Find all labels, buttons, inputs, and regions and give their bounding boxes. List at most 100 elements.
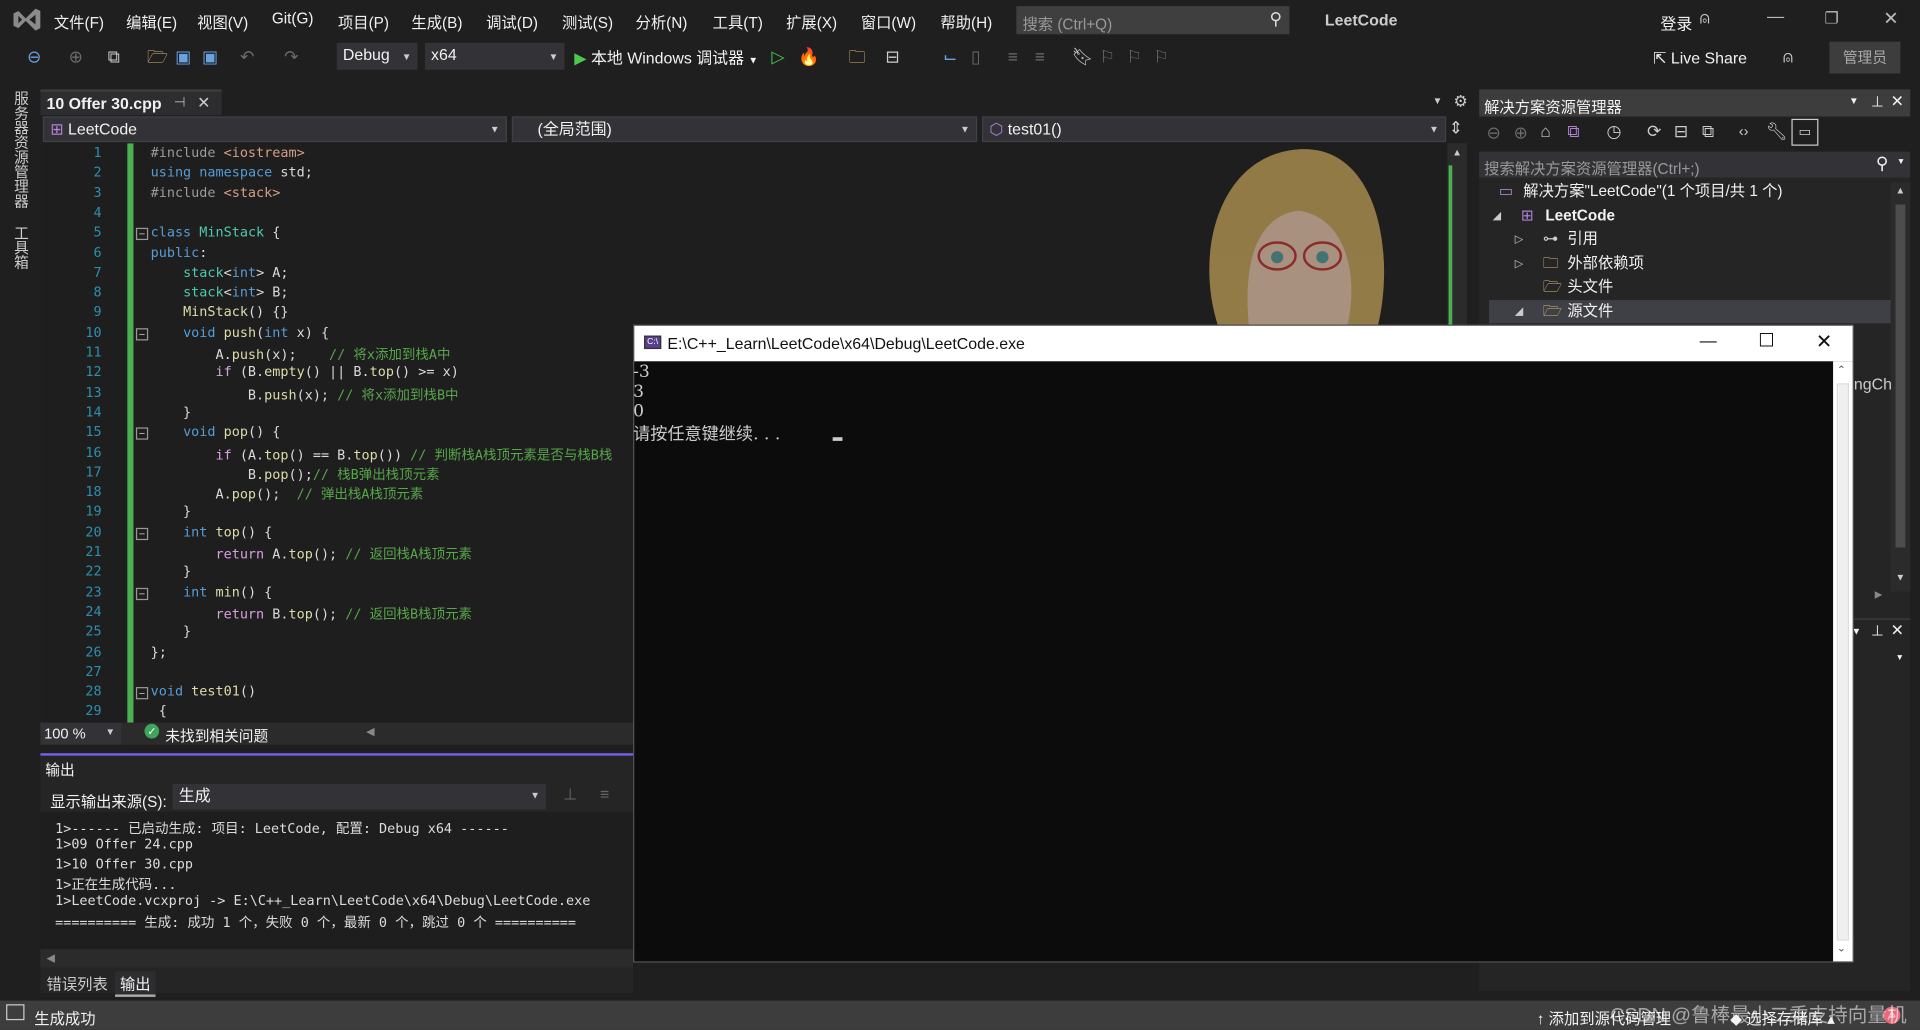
issues-status[interactable]: 未找到相关问题 [165,725,268,746]
console-window[interactable]: C:\ E:\C++_Learn\LeetCode\x64\Debug\Leet… [633,324,1854,963]
new-project-icon[interactable]: ⧉ [108,47,120,67]
toolbox-tab[interactable]: 工具箱 [11,225,32,269]
fold-toggle-icon[interactable]: − [135,587,149,600]
fold-toggle-icon[interactable]: − [135,427,149,440]
open-file-icon[interactable]: 🗁 [147,47,168,67]
close-icon[interactable]: ✕ [1891,621,1904,641]
properties-wrench-icon[interactable]: 🔧︎ [1766,121,1788,142]
gear-icon[interactable]: ⚙ [1453,92,1467,112]
scroll-up-icon[interactable]: ▲ [1452,147,1462,158]
pin-icon[interactable]: ⊥ [1871,93,1884,110]
tab-output[interactable]: 输出 [115,971,156,997]
code-line[interactable]: void pop() { [151,424,280,440]
code-line[interactable]: } [151,624,191,640]
zoom-dropdown[interactable]: 100 % ▼ [40,722,122,745]
member-dropdown[interactable]: ⬡ test01() ▼ [982,116,1447,143]
bookmark-next-icon[interactable]: ⚐ [1127,47,1142,67]
code-view-icon[interactable]: ‹› [1739,122,1749,139]
fold-toggle-icon[interactable]: − [135,327,149,341]
platform-dropdown[interactable]: x64 ▼ [424,42,565,70]
code-line[interactable]: int top() { [151,524,272,540]
tab-error-list[interactable]: 错误列表 [47,971,108,994]
expand-toggle-icon[interactable]: ◢ [1493,204,1501,227]
code-line[interactable]: stack<int> B; [151,284,288,300]
code-line[interactable]: stack<int> A; [151,264,288,280]
toolbar-icon[interactable]: ≡ [1035,47,1045,67]
fold-toggle-icon[interactable]: − [135,228,149,241]
fold-toggle-icon[interactable]: − [135,527,149,540]
expand-toggle-icon[interactable]: ▷ [1515,252,1523,275]
switch-views-icon[interactable]: ⧉ [1567,121,1579,142]
pending-changes-icon[interactable]: ◷ [1607,121,1622,142]
dropdown-icon[interactable]: ▼ [1849,96,1859,107]
pin-icon[interactable]: ⊥ [1871,622,1884,639]
code-line[interactable]: using namespace std; [151,164,313,180]
code-line[interactable]: public: [151,244,208,260]
split-editor-icon[interactable]: ⇕ [1449,118,1463,139]
code-line[interactable]: } [151,564,191,580]
console-minimize-button[interactable]: — [1700,331,1717,351]
code-line[interactable]: #include <stack> [151,184,281,200]
bookmark-icon[interactable]: 🔖︎ [1071,47,1093,67]
forward-icon[interactable]: ⊕ [1513,122,1527,143]
scope-dropdown[interactable]: (全局范围) ▼ [511,116,978,143]
close-icon[interactable]: ✕ [1891,92,1904,112]
code-line[interactable]: A.push(x); // 将x添加到栈A中 [151,344,450,364]
code-line[interactable]: }; [151,644,167,660]
toolbar-icon[interactable]: ▯ [971,47,980,67]
save-all-icon[interactable]: ▣ [202,47,218,67]
back-icon[interactable]: ⊖ [1487,122,1501,143]
chevron-down-icon[interactable]: ▼ [1896,654,1904,663]
scroll-down-icon[interactable]: ⌄ [1837,942,1846,955]
live-share-button[interactable]: ⇱ Live Share [1653,49,1747,69]
toolbar-icon[interactable]: ≡ [1008,47,1018,67]
code-line[interactable]: int min() { [151,584,272,600]
code-line[interactable]: if (B.empty() || B.top() >= x) [151,364,458,380]
tree-item[interactable]: 🗁 头文件 [1489,276,1891,299]
tab-list-dropdown-icon[interactable]: ▼ [1433,96,1443,107]
find-in-output-icon[interactable]: ⊥ [563,785,577,805]
code-line[interactable]: MinStack() {} [151,304,288,320]
code-line[interactable]: B.push(x); // 将x添加到栈B中 [151,384,459,404]
project-dropdown[interactable]: ⊞ LeetCode ▼ [42,116,507,143]
back-icon[interactable]: ⊖ [27,47,41,67]
undo-icon[interactable]: ↶ [240,47,254,67]
home-icon[interactable]: ⌂ [1540,121,1550,141]
tree-scroll-right-icon[interactable]: ▶ [1875,589,1883,600]
start-debug-button[interactable]: ▶ 本地 Windows 调试器 ▼ [574,45,758,68]
scroll-up-icon[interactable]: ⌃ [1837,364,1846,377]
hot-reload-icon[interactable]: 🔥 [798,47,819,67]
code-line[interactable]: B.pop();// 栈B弹出栈顶元素 [151,464,440,484]
collapse-all-icon[interactable]: ⊟ [1674,121,1688,142]
console-title-bar[interactable]: C:\ E:\C++_Learn\LeetCode\x64\Debug\Leet… [634,325,1853,362]
code-line[interactable]: void test01() [151,683,256,699]
code-line[interactable]: if (A.top() == B.top()) // 判断栈A栈顶元素是否与栈B… [151,444,612,464]
feedback-icon[interactable]: ⍝ [1783,47,1793,68]
expand-toggle-icon[interactable]: ▷ [1515,228,1523,251]
output-source-dropdown[interactable]: 生成 ▼ [172,783,547,810]
code-line[interactable]: class MinStack { [151,224,281,240]
configuration-dropdown[interactable]: Debug ▼ [336,42,418,70]
server-explorer-tab[interactable]: 服务器资源管理器 [11,91,32,209]
scroll-left-icon[interactable]: ◀ [47,952,55,965]
preview-icon[interactable]: ▭ [1791,118,1819,146]
tree-item[interactable]: ◢ 🗁 源文件 [1488,300,1891,324]
code-line[interactable]: return B.top(); // 返回栈B栈顶元素 [151,604,472,624]
console-close-button[interactable]: ✕ [1816,329,1832,353]
redo-icon[interactable]: ↷ [284,47,298,67]
bookmark-clear-icon[interactable]: ⚐ [1153,47,1168,67]
scroll-thumb[interactable] [1836,383,1849,941]
pin-icon[interactable]: ⊣ [174,94,186,111]
editor-tab[interactable]: 10 Offer 30.cpp ⊣ ✕ [40,89,222,116]
code-line[interactable]: } [151,404,191,420]
code-line[interactable]: #include <iostream> [151,145,305,161]
code-line[interactable]: return A.top(); // 返回栈A栈顶元素 [151,544,472,564]
output-horizontal-scrollbar[interactable]: ◀ [40,949,634,968]
solution-search-box[interactable]: 搜索解决方案资源管理器(Ctrl+;) ⚲ ▼ [1479,151,1911,178]
sync-icon[interactable]: ⟳ [1647,121,1661,142]
forward-icon[interactable]: ⊕ [69,47,83,67]
show-all-files-icon[interactable]: ⧉ [1702,121,1714,142]
expand-toggle-icon[interactable]: ◢ [1515,300,1523,323]
tree-item[interactable]: ▭ 解决方案"LeetCode"(1 个项目/共 1 个) [1489,180,1891,203]
start-without-debug-icon[interactable]: ▷ [771,47,784,67]
